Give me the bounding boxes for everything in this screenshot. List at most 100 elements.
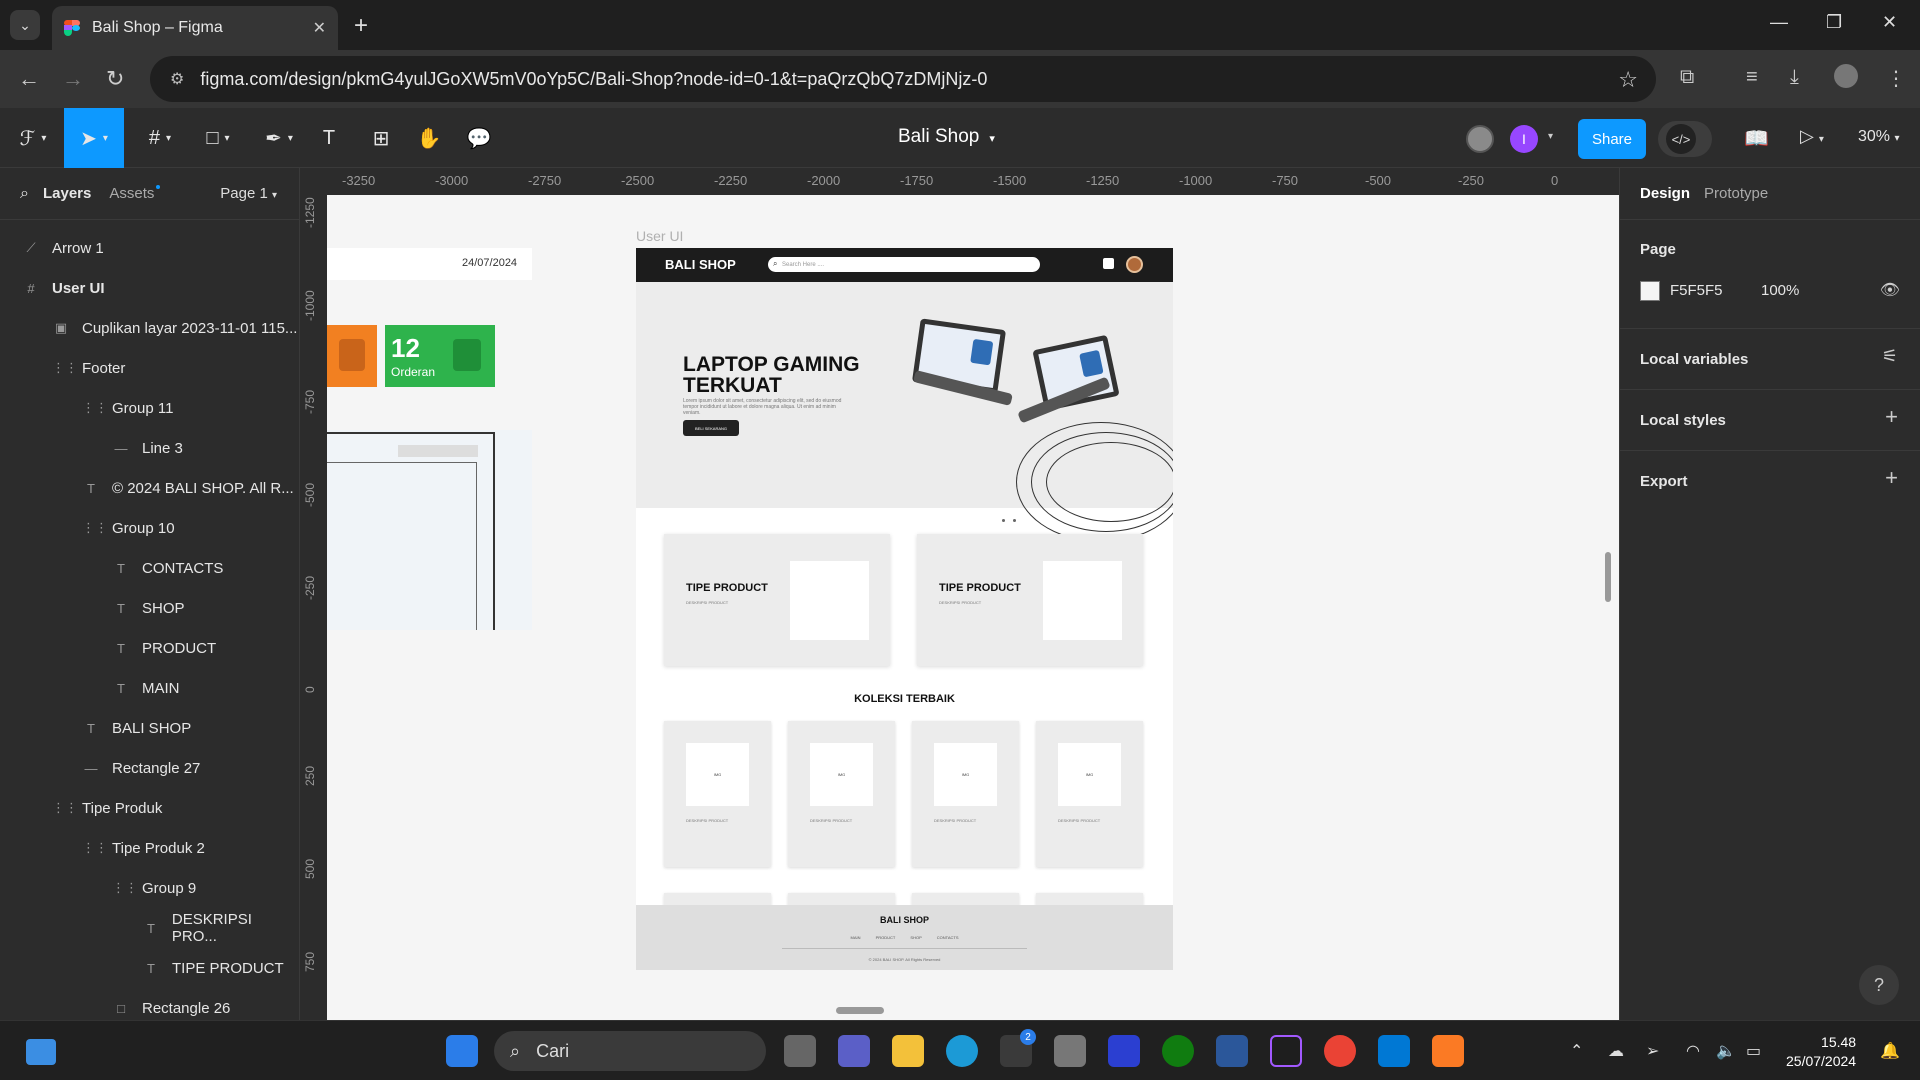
- canvas-vertical-scrollbar[interactable]: [1605, 552, 1611, 602]
- add-style-plus-icon[interactable]: +: [1885, 404, 1898, 430]
- figma-main-menu-button[interactable]: ℱ ▾: [10, 108, 56, 168]
- tab-assets[interactable]: Assets: [109, 185, 161, 202]
- onedrive-cloud-icon[interactable]: ☁: [1608, 1041, 1624, 1061]
- frame-label[interactable]: User UI: [636, 228, 683, 244]
- variables-settings-icon[interactable]: ⚟: [1882, 346, 1898, 367]
- location-icon[interactable]: ➢: [1646, 1041, 1659, 1061]
- xampp-icon[interactable]: [1432, 1035, 1464, 1067]
- widgets-icon[interactable]: [26, 1039, 56, 1065]
- layer-row[interactable]: T PRODUCT: [0, 628, 299, 668]
- vscode-icon[interactable]: [1378, 1035, 1410, 1067]
- layer-row[interactable]: ⋮⋮ Footer: [0, 348, 299, 388]
- zoom-level-menu[interactable]: 30% ▾: [1858, 128, 1900, 146]
- browser-tab[interactable]: Bali Shop – Figma ✕: [52, 6, 338, 50]
- help-question-icon[interactable]: ?: [1859, 965, 1899, 1005]
- tab-layers[interactable]: Layers: [43, 185, 91, 202]
- file-name[interactable]: Bali Shop: [898, 126, 979, 147]
- text-tool-button[interactable]: T: [314, 108, 344, 168]
- site-info-icon[interactable]: ⚙: [170, 69, 184, 89]
- layer-row[interactable]: T CONTACTS: [0, 548, 299, 588]
- move-tool-button[interactable]: ➤ ▾: [64, 108, 124, 168]
- user-ui-frame[interactable]: BALI SHOP ⌕ Search Here .... LAPTOP GAMI…: [636, 248, 1173, 970]
- download-icon[interactable]: ⤓: [1790, 66, 1799, 89]
- layer-row[interactable]: ⋮⋮ Tipe Produk: [0, 788, 299, 828]
- taskbar-search[interactable]: ⌕ Cari: [494, 1031, 766, 1071]
- layer-row[interactable]: □ Rectangle 26: [0, 988, 299, 1020]
- layer-row[interactable]: ⋮⋮ Group 9: [0, 868, 299, 908]
- notification-bell-icon[interactable]: 🔔: [1880, 1041, 1900, 1061]
- store-icon[interactable]: 2: [1000, 1029, 1036, 1067]
- tab-search-menu-button[interactable]: ⌄: [10, 10, 40, 40]
- bookmark-star-icon[interactable]: ☆: [1618, 67, 1638, 93]
- page-opacity[interactable]: 100%: [1761, 282, 1799, 299]
- user-avatar[interactable]: I: [1510, 125, 1538, 153]
- add-export-plus-icon[interactable]: +: [1885, 465, 1898, 491]
- shape-tool-button[interactable]: □ ▾: [194, 108, 242, 168]
- file-name-menu[interactable]: Bali Shop ▾: [898, 126, 995, 148]
- layer-row[interactable]: — Rectangle 27: [0, 748, 299, 788]
- layer-row[interactable]: ⋮⋮ Group 11: [0, 388, 299, 428]
- windows-start-icon[interactable]: [446, 1035, 478, 1067]
- layer-row[interactable]: T SHOP: [0, 588, 299, 628]
- search-icon[interactable]: ⌕: [20, 185, 29, 203]
- wifi-icon[interactable]: ◠: [1686, 1041, 1700, 1061]
- url-omnibox[interactable]: ⚙ figma.com/design/pkmG4yulJGoXW5mV0oYp5…: [150, 56, 1656, 102]
- layer-row[interactable]: T MAIN: [0, 668, 299, 708]
- edge-icon[interactable]: [946, 1035, 978, 1067]
- frame-tool-button[interactable]: # ▾: [136, 108, 184, 168]
- chrome-icon[interactable]: [1324, 1035, 1356, 1067]
- dev-mode-toggle[interactable]: </>: [1658, 121, 1712, 157]
- close-window-button[interactable]: ✕: [1882, 12, 1897, 33]
- profile-avatar[interactable]: [1834, 64, 1858, 88]
- back-button[interactable]: ←: [18, 66, 40, 92]
- battery-icon[interactable]: ▭: [1746, 1041, 1761, 1061]
- canvas-horizontal-scrollbar[interactable]: [836, 1007, 884, 1014]
- layer-row[interactable]: T DESKRIPSI PRO...: [0, 908, 299, 948]
- unity-icon[interactable]: [1054, 1035, 1086, 1067]
- present-play-icon[interactable]: ▷ ▾: [1800, 126, 1824, 147]
- chevron-down-icon[interactable]: ▾: [1548, 131, 1553, 142]
- layer-row[interactable]: T TIPE PRODUCT: [0, 948, 299, 988]
- restore-button[interactable]: ❐: [1826, 12, 1842, 33]
- layer-row[interactable]: ⋮⋮ Group 10: [0, 508, 299, 548]
- page-selector-label[interactable]: Page 1: [220, 185, 268, 202]
- system-clock[interactable]: 15.48 25/07/2024: [1786, 1033, 1856, 1071]
- layer-row[interactable]: # User UI: [0, 268, 299, 308]
- layer-row[interactable]: T © 2024 BALI SHOP. All R...: [0, 468, 299, 508]
- word-icon[interactable]: [1216, 1035, 1248, 1067]
- file-explorer-icon[interactable]: [892, 1035, 924, 1067]
- resources-tool-button[interactable]: ⊞: [366, 108, 396, 168]
- pen-tool-button[interactable]: ✒ ▾: [254, 108, 304, 168]
- layer-row[interactable]: ⋮⋮ Tipe Produk 2: [0, 828, 299, 868]
- volume-icon[interactable]: 🔈: [1716, 1041, 1736, 1061]
- minimize-button[interactable]: —: [1770, 12, 1788, 33]
- tab-design[interactable]: Design: [1640, 185, 1690, 202]
- hand-tool-button[interactable]: ✋: [414, 108, 444, 168]
- layer-row[interactable]: T BALI SHOP: [0, 708, 299, 748]
- task-view-icon[interactable]: [784, 1035, 816, 1067]
- reload-button[interactable]: ↻: [106, 66, 124, 92]
- figma-app-icon[interactable]: [1270, 1035, 1302, 1067]
- page-color-swatch[interactable]: [1640, 281, 1660, 301]
- visibility-eye-icon[interactable]: 👁: [1880, 280, 1900, 300]
- layer-row[interactable]: — Line 3: [0, 428, 299, 468]
- extensions-icon[interactable]: ⧉: [1680, 66, 1694, 89]
- browser-menu-icon[interactable]: ⋮: [1886, 66, 1906, 91]
- tab-prototype[interactable]: Prototype: [1704, 185, 1768, 202]
- local-variables-heading[interactable]: Local variables: [1640, 351, 1748, 368]
- comment-tool-button[interactable]: 💬: [464, 108, 494, 168]
- media-controls-icon[interactable]: ≡: [1746, 66, 1758, 89]
- tab-close-icon[interactable]: ✕: [313, 18, 326, 38]
- collaborator-avatar[interactable]: [1466, 125, 1494, 153]
- forward-button[interactable]: →: [62, 66, 84, 92]
- page-color-hex[interactable]: F5F5F5: [1670, 282, 1723, 299]
- new-tab-button[interactable]: +: [354, 12, 368, 40]
- teams-icon[interactable]: [838, 1035, 870, 1067]
- layer-row[interactable]: ▣ Cuplikan layar 2023-11-01 115...: [0, 308, 299, 348]
- tray-chevron-up-icon[interactable]: ⌃: [1570, 1041, 1583, 1061]
- zoom-level[interactable]: 30%: [1858, 128, 1890, 145]
- url-text[interactable]: figma.com/design/pkmG4yulJGoXW5mV0oYp5C/…: [200, 69, 987, 90]
- library-book-icon[interactable]: 📖: [1744, 126, 1769, 151]
- page-selector[interactable]: Page 1 ▾: [220, 185, 277, 202]
- share-button[interactable]: Share: [1578, 119, 1646, 159]
